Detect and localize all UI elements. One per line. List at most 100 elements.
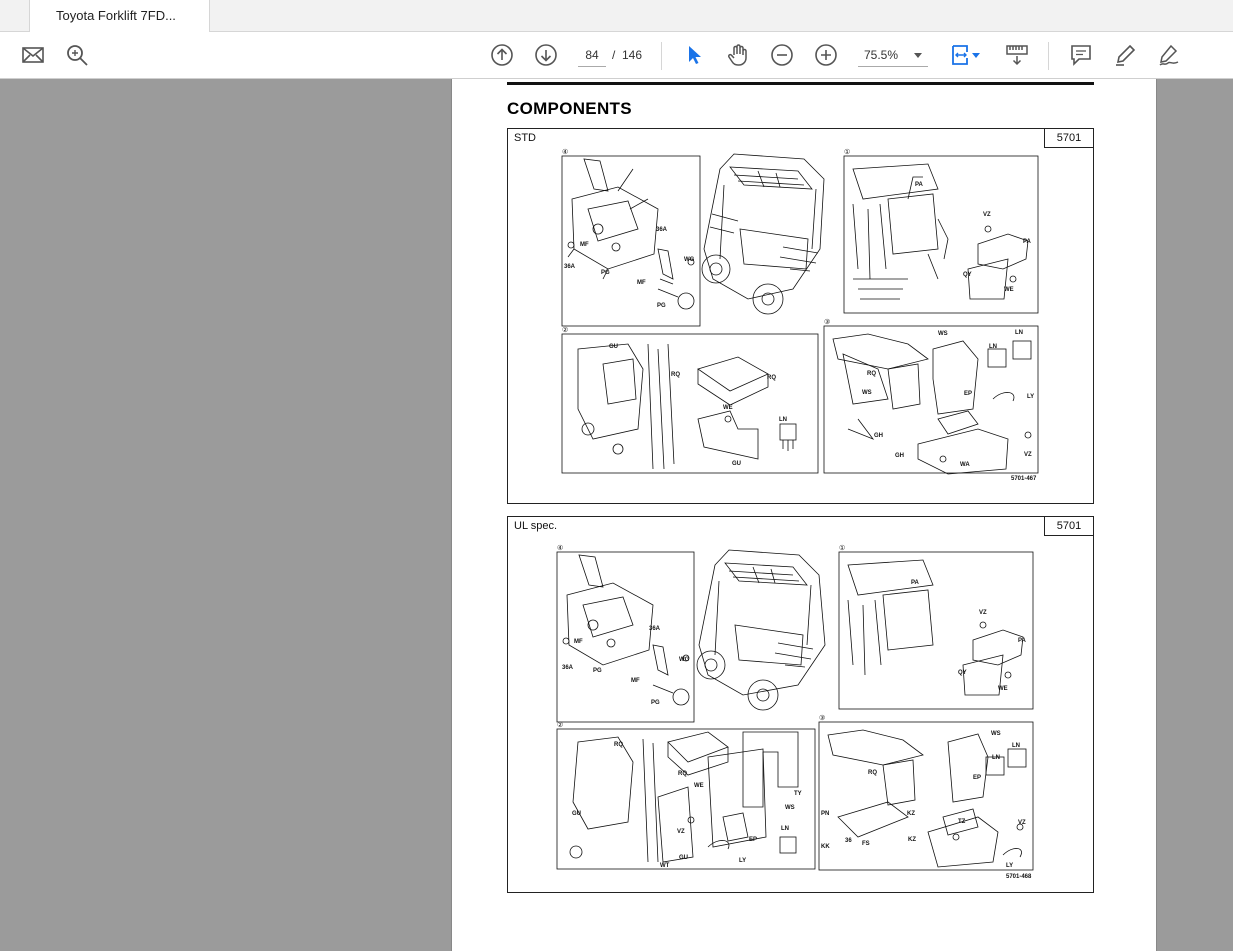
- detail-harness-bracket: [827, 729, 1027, 868]
- document-tab[interactable]: Toyota Forklift 7FD...: [30, 0, 210, 33]
- fit-options-chevron-icon[interactable]: [970, 42, 982, 68]
- svg-text:VZ: VZ: [1024, 452, 1032, 458]
- svg-text:LY: LY: [1027, 394, 1034, 400]
- svg-text:QY: QY: [963, 272, 972, 278]
- svg-text:GU: GU: [732, 461, 741, 467]
- zoom-out-icon[interactable]: [769, 42, 795, 68]
- page-number-input[interactable]: 84: [578, 43, 606, 67]
- svg-text:PG: PG: [651, 700, 660, 706]
- exploded-diagram: ④ ① ② ③ MF 36A 36A WG PG MF PG PA VZ PA …: [508, 129, 1093, 503]
- svg-text:EP: EP: [964, 391, 972, 397]
- forklift-illustration: [701, 153, 825, 315]
- svg-text:LN: LN: [781, 826, 789, 832]
- svg-text:PA: PA: [915, 182, 924, 188]
- tab-title: Toyota Forklift 7FD...: [56, 8, 176, 23]
- svg-text:RQ: RQ: [614, 742, 623, 748]
- mail-icon[interactable]: [20, 42, 46, 68]
- svg-text:FS: FS: [862, 841, 870, 847]
- svg-text:VZ: VZ: [979, 610, 987, 616]
- svg-text:WS: WS: [938, 331, 948, 337]
- toolbar: 84 / 146 75.5%: [0, 32, 1233, 79]
- svg-text:WE: WE: [694, 783, 704, 789]
- svg-text:RQ: RQ: [678, 771, 687, 777]
- svg-text:GH: GH: [874, 433, 883, 439]
- svg-text:③: ③: [819, 714, 825, 722]
- svg-text:36: 36: [845, 838, 852, 844]
- svg-text:GU: GU: [572, 811, 581, 817]
- tab-bar: Toyota Forklift 7FD...: [0, 0, 1233, 33]
- svg-text:WS: WS: [862, 390, 872, 396]
- forklift-illustration: [696, 549, 826, 711]
- svg-text:PA: PA: [1018, 638, 1027, 644]
- search-icon[interactable]: [64, 42, 90, 68]
- detail-relay-mount: [852, 163, 1029, 300]
- svg-text:KZ: KZ: [908, 837, 916, 843]
- svg-text:PN: PN: [821, 811, 829, 817]
- comment-icon[interactable]: [1068, 42, 1094, 68]
- svg-text:VZ: VZ: [983, 212, 991, 218]
- svg-text:LN: LN: [989, 344, 997, 350]
- chevron-down-icon: [914, 53, 922, 58]
- svg-text:GH: GH: [895, 453, 904, 459]
- svg-text:PG: PG: [593, 668, 602, 674]
- document-page: COMPONENTS STD 5701 ④ ① ② ③ MF 36A 36A W…: [451, 79, 1157, 951]
- svg-text:LN: LN: [992, 755, 1000, 761]
- detail-fuse-box: [569, 731, 799, 863]
- detail-harness-bracket: [832, 333, 1032, 475]
- svg-text:VZ: VZ: [1018, 820, 1026, 826]
- svg-text:MF: MF: [574, 639, 583, 645]
- svg-text:LY: LY: [739, 858, 746, 864]
- arrow-up-circle-icon[interactable]: [489, 42, 515, 68]
- scroll-mode-icon[interactable]: [1004, 42, 1030, 68]
- svg-text:PA: PA: [911, 580, 920, 586]
- svg-text:36A: 36A: [649, 626, 661, 632]
- svg-text:MF: MF: [631, 678, 640, 684]
- svg-text:EP: EP: [749, 837, 757, 843]
- svg-text:PG: PG: [657, 303, 666, 309]
- svg-text:PG: PG: [601, 270, 610, 276]
- detail-pedal-group: [567, 158, 695, 310]
- svg-text:RQ: RQ: [868, 770, 877, 776]
- svg-text:WG: WG: [684, 257, 695, 263]
- toolbar-divider: [1048, 42, 1049, 70]
- svg-text:36A: 36A: [562, 665, 574, 671]
- svg-text:②: ②: [562, 326, 568, 334]
- svg-text:④: ④: [562, 148, 568, 156]
- arrow-down-circle-icon[interactable]: [533, 42, 559, 68]
- svg-text:WS: WS: [991, 731, 1001, 737]
- svg-text:WE: WE: [998, 686, 1008, 692]
- svg-text:MF: MF: [637, 280, 646, 286]
- svg-text:36A: 36A: [564, 264, 576, 270]
- detail-fuse-box: [577, 343, 797, 470]
- zoom-select[interactable]: 75.5%: [858, 43, 928, 67]
- svg-text:KK: KK: [821, 844, 830, 850]
- hand-icon[interactable]: [725, 42, 751, 68]
- detail-pedal-group: [562, 554, 690, 706]
- svg-text:TY: TY: [794, 791, 802, 797]
- svg-text:WA: WA: [960, 462, 970, 468]
- svg-text:VZ: VZ: [677, 829, 685, 835]
- cursor-icon[interactable]: [681, 42, 707, 68]
- svg-text:RQ: RQ: [767, 375, 776, 381]
- components-panel-ul: UL spec. 5701 ④ ① ② ③ MF 36A 36A WG PG M…: [507, 516, 1094, 893]
- page-separator: /: [612, 48, 616, 62]
- svg-text:WE: WE: [723, 405, 733, 411]
- svg-text:PA: PA: [1023, 239, 1032, 245]
- sign-icon[interactable]: [1156, 42, 1182, 68]
- page-total: 146: [622, 48, 643, 62]
- figure-reference: 5701-468: [1006, 874, 1032, 880]
- svg-text:①: ①: [844, 148, 850, 156]
- svg-text:GU: GU: [679, 855, 688, 861]
- zoom-in-icon[interactable]: [813, 42, 839, 68]
- svg-text:LN: LN: [1015, 330, 1023, 336]
- svg-text:RQ: RQ: [671, 372, 680, 378]
- svg-text:RQ: RQ: [867, 371, 876, 377]
- exploded-diagram: ④ ① ② ③ MF 36A 36A WG PG MF PG PA VZ PA …: [508, 517, 1093, 892]
- highlight-icon[interactable]: [1112, 42, 1138, 68]
- components-panel-std: STD 5701 ④ ① ② ③ MF 36A 36A WG PG MF PG …: [507, 128, 1094, 504]
- svg-text:LY: LY: [1006, 863, 1013, 869]
- tab-stub[interactable]: [0, 0, 30, 32]
- svg-text:LN: LN: [779, 417, 787, 423]
- svg-text:MF: MF: [580, 242, 589, 248]
- toolbar-divider: [661, 42, 662, 70]
